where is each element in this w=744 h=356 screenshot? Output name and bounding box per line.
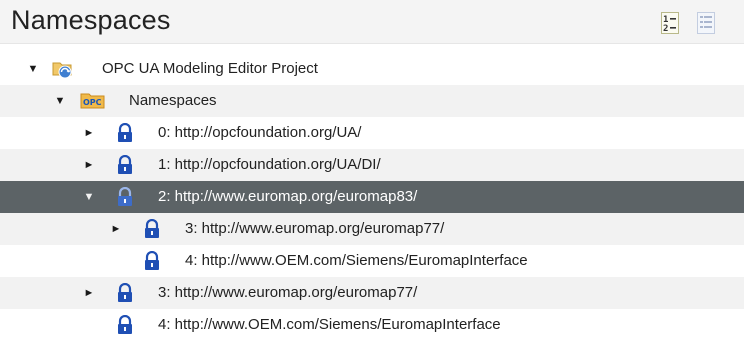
tree-item-label: 1: http://opcfoundation.org/UA/DI/ (158, 156, 381, 173)
tree-item-label: 2: http://www.euromap.org/euromap83/ (158, 188, 418, 205)
namespaces-panel: Namespaces 1 2 ▼ OPC UA Modeling Editor … (0, 0, 744, 356)
svg-text:OPC: OPC (83, 98, 102, 107)
tree-item-project[interactable]: ▼ OPC UA Modeling Editor Project (0, 53, 744, 85)
expand-toggle[interactable]: ► (83, 117, 95, 149)
panel-header: Namespaces 1 2 (0, 0, 744, 44)
opc-folder-icon: OPC (80, 91, 106, 111)
lock-icon (141, 218, 163, 239)
panel-title: Namespaces (11, 5, 171, 35)
lock-icon (114, 186, 136, 207)
project-folder-icon (52, 59, 74, 79)
expand-toggle[interactable]: ► (110, 213, 122, 245)
tree-item-label: OPC UA Modeling Editor Project (102, 60, 318, 77)
tree-item-label: Namespaces (129, 92, 217, 109)
lock-icon (114, 154, 136, 175)
lock-icon (114, 122, 136, 143)
tree-item-namespace-4[interactable]: 4: http://www.OEM.com/Siemens/EuromapInt… (0, 309, 744, 341)
tree-item-namespace-2[interactable]: ▼ 2: http://www.euromap.org/euromap83/ (0, 181, 744, 213)
tree-item-namespace-1[interactable]: ► 1: http://opcfoundation.org/UA/DI/ (0, 149, 744, 181)
tree-item-label: 4: http://www.OEM.com/Siemens/EuromapInt… (158, 316, 501, 333)
tree-item-namespace-3[interactable]: ► 3: http://www.euromap.org/euromap77/ (0, 277, 744, 309)
svg-text:2: 2 (663, 24, 668, 34)
tree-item-label: 3: http://www.euromap.org/euromap77/ (185, 220, 445, 237)
tree-item-label: 3: http://www.euromap.org/euromap77/ (158, 284, 418, 301)
lock-icon (141, 250, 163, 271)
tree-item-namespace-4-child[interactable]: 4: http://www.OEM.com/Siemens/EuromapInt… (0, 245, 744, 277)
tree-item-label: 4: http://www.OEM.com/Siemens/EuromapInt… (185, 252, 528, 269)
list-view-icon[interactable] (697, 12, 715, 34)
expand-toggle[interactable]: ▼ (27, 53, 39, 85)
tree-item-namespace-0[interactable]: ► 0: http://opcfoundation.org/UA/ (0, 117, 744, 149)
lock-icon (114, 314, 136, 335)
lock-icon (114, 282, 136, 303)
tree-item-namespaces[interactable]: ▼ OPC Namespaces (0, 85, 744, 117)
expand-toggle[interactable]: ► (83, 277, 95, 309)
tree-item-label: 0: http://opcfoundation.org/UA/ (158, 124, 362, 141)
namespace-tree: ▼ OPC UA Modeling Editor Project ▼ OPC N… (0, 53, 744, 341)
numeric-sort-icon[interactable]: 1 2 (661, 12, 679, 34)
expand-toggle[interactable]: ▼ (54, 85, 66, 117)
expand-toggle[interactable]: ▼ (83, 181, 95, 213)
expand-toggle[interactable]: ► (83, 149, 95, 181)
tree-item-namespace-3-child[interactable]: ► 3: http://www.euromap.org/euromap77/ (0, 213, 744, 245)
